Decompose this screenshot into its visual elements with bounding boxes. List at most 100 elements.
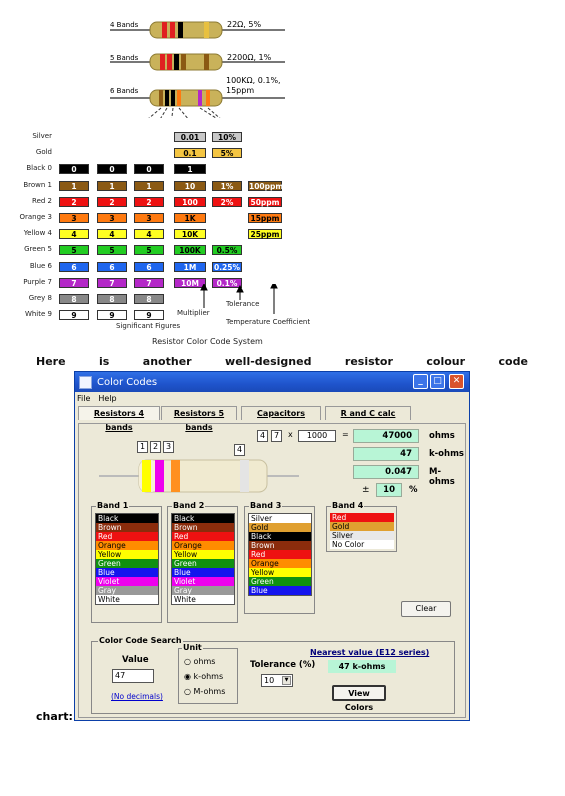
- radio-k-ohms[interactable]: ◉ k-ohms: [184, 672, 223, 681]
- band3-item[interactable]: Black: [249, 532, 311, 541]
- band2-item[interactable]: Orange: [172, 541, 234, 550]
- color-codes-window: Color Codes _ □ ✕ File Help Resistors 4 …: [74, 371, 470, 721]
- band3-item[interactable]: Yellow: [249, 568, 311, 577]
- band2-item[interactable]: Brown: [172, 523, 234, 532]
- band2-item[interactable]: Black: [172, 514, 234, 523]
- unit-label: Unit: [182, 643, 203, 652]
- paragraph-word: resistor: [344, 355, 393, 368]
- sig-figure-cell: 7: [59, 278, 89, 288]
- band3-title: Band 3: [249, 501, 283, 510]
- clear-button[interactable]: Clear: [401, 601, 451, 617]
- band3-item[interactable]: Orange: [249, 559, 311, 568]
- band4-item[interactable]: Silver: [330, 531, 394, 540]
- band1-item[interactable]: Blue: [96, 568, 158, 577]
- sig-figure-cell: 9: [134, 310, 164, 320]
- band4-item[interactable]: Red: [330, 513, 394, 522]
- band4-list[interactable]: Red Gold Silver No Color: [330, 513, 394, 549]
- value-input[interactable]: 47: [112, 669, 154, 683]
- band1-item[interactable]: Green: [96, 559, 158, 568]
- band1-item[interactable]: Black: [96, 514, 158, 523]
- tolerance-cell: 2%: [212, 197, 242, 207]
- chevron-down-icon[interactable]: ▼: [282, 676, 291, 685]
- tolerance-label: Tolerance (%): [250, 660, 316, 670]
- label-4-bands: 4 Bands: [110, 21, 139, 29]
- band2-item[interactable]: Violet: [172, 577, 234, 586]
- sig-figure-cell: 1: [97, 181, 127, 191]
- band2-item[interactable]: Red: [172, 532, 234, 541]
- close-button[interactable]: ✕: [449, 374, 464, 389]
- sig-figure-cell: 6: [59, 262, 89, 272]
- paragraph-word: colour: [426, 355, 466, 368]
- radio-ohms[interactable]: ○ ohms: [184, 657, 215, 666]
- maximize-button[interactable]: □: [430, 374, 445, 389]
- unit-k-ohms: k-ohms: [429, 449, 464, 459]
- sig-figure-cell: 3: [97, 213, 127, 223]
- radio-ohms-dot: ○: [184, 657, 191, 666]
- band1-item[interactable]: Violet: [96, 577, 158, 586]
- band1-list[interactable]: Black Brown Red Orange Yellow Green Blue Violet…: [95, 513, 159, 605]
- band2-item[interactable]: Yellow: [172, 550, 234, 559]
- band2-item[interactable]: Gray: [172, 586, 234, 595]
- value-5-bands: 2200Ω, 1%: [227, 53, 272, 62]
- band1-item[interactable]: Gray: [96, 586, 158, 595]
- row-label: Purple 7: [23, 278, 52, 286]
- result-ohms: 47000: [353, 429, 419, 443]
- tab-resistors-5-bands[interactable]: Resistors 5 bands: [161, 406, 237, 432]
- sig-figure-cell: 0: [59, 164, 89, 174]
- minimize-button[interactable]: _: [413, 374, 428, 389]
- resistor-graphic: [99, 459, 299, 493]
- multiplier-cell: 100K: [174, 245, 206, 255]
- band3-item[interactable]: Gold: [249, 523, 311, 532]
- band2-item[interactable]: White: [172, 595, 234, 604]
- view-colors-button[interactable]: View Colors: [332, 685, 386, 712]
- result-k-ohms: 47: [353, 447, 419, 461]
- band1-item[interactable]: Orange: [96, 541, 158, 550]
- band1-item[interactable]: Brown: [96, 523, 158, 532]
- title-bar[interactable]: Color Codes: [75, 372, 469, 392]
- band4-item[interactable]: No Color: [330, 540, 394, 549]
- radio-m-ohms[interactable]: ○ M-ohms: [184, 687, 225, 696]
- row-label: Brown 1: [23, 181, 52, 189]
- temp-coefficient-cell: 15ppm: [248, 213, 282, 223]
- band2-item[interactable]: Green: [172, 559, 234, 568]
- no-decimals-link[interactable]: (No decimals): [111, 692, 163, 701]
- sig-figure-cell: 2: [59, 197, 89, 207]
- unit-ohms: ohms: [429, 431, 455, 441]
- tab-r-and-c-calc[interactable]: R and C calc: [325, 406, 411, 420]
- menu-help[interactable]: Help: [98, 394, 116, 403]
- band1-item[interactable]: Yellow: [96, 550, 158, 559]
- band3-item[interactable]: Silver: [249, 514, 311, 523]
- sig-figure-cell: 0: [97, 164, 127, 174]
- tolerance-result: 10: [376, 483, 402, 497]
- nearest-value: 47 k-ohms: [328, 660, 396, 673]
- band1-item[interactable]: Red: [96, 532, 158, 541]
- temp-coefficient-cell: 100ppm: [248, 181, 284, 191]
- band3-item[interactable]: Red: [249, 550, 311, 559]
- band4-item[interactable]: Gold: [330, 522, 394, 531]
- tolerance-cell: 5%: [212, 148, 242, 158]
- band3-item[interactable]: Blue: [249, 586, 311, 595]
- band2-item[interactable]: Blue: [172, 568, 234, 577]
- sig-figure-cell: 4: [59, 229, 89, 239]
- digit-2-box: 7: [271, 430, 282, 442]
- band3-item[interactable]: Green: [249, 577, 311, 586]
- tab-capacitors[interactable]: Capacitors: [241, 406, 321, 420]
- tab-resistors-4-bands[interactable]: Resistors 4 bands: [78, 406, 160, 432]
- menu-file[interactable]: File: [77, 394, 90, 403]
- tolerance-select[interactable]: 10 ▼: [261, 674, 293, 687]
- band3-list[interactable]: Silver Gold Black Brown Red Orange Yellow Green…: [248, 513, 312, 596]
- equals-sign: =: [342, 430, 349, 439]
- multiplier-cell: 0.01: [174, 132, 206, 142]
- band2-stripe: [155, 460, 164, 492]
- band2-list[interactable]: Black Brown Red Orange Yellow Green Blue Violet…: [171, 513, 235, 605]
- menu-bar: File Help: [75, 392, 469, 404]
- window-title: Color Codes: [97, 376, 158, 388]
- band1-item[interactable]: White: [96, 595, 158, 604]
- sig-figure-cell: 6: [97, 262, 127, 272]
- band2-title: Band 2: [172, 501, 206, 510]
- band3-item[interactable]: Brown: [249, 541, 311, 550]
- caption-arrows: [200, 284, 278, 314]
- value-4-bands: 22Ω, 5%: [227, 20, 262, 29]
- tolerance-select-value: 10: [264, 676, 275, 685]
- radio-ohms-label: ohms: [193, 657, 216, 666]
